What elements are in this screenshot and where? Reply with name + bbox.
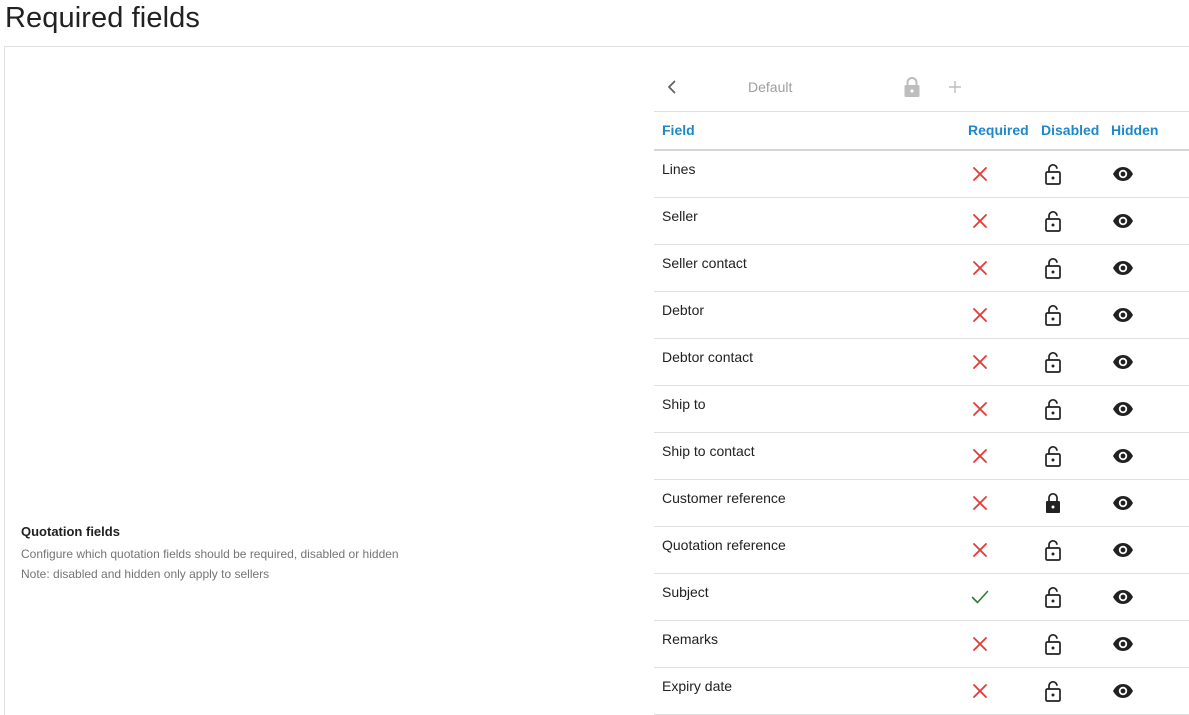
field-name: Remarks: [662, 631, 719, 647]
cross-icon[interactable]: [970, 445, 990, 467]
eye-icon[interactable]: [1112, 445, 1134, 467]
profile-name: Default: [748, 79, 793, 95]
field-name: Debtor: [662, 302, 705, 318]
section-note: Note: disabled and hidden only apply to …: [21, 567, 270, 581]
eye-icon[interactable]: [1112, 633, 1134, 655]
lock-open-icon[interactable]: [1042, 351, 1064, 373]
table-row: Seller contact: [654, 245, 1189, 292]
section-description: Configure which quotation fields should …: [21, 547, 399, 561]
column-header-hidden: Hidden: [1111, 122, 1159, 138]
table-row: Debtor contact: [654, 339, 1189, 386]
table-row: Remarks: [654, 621, 1189, 668]
cross-icon[interactable]: [970, 633, 990, 655]
lock-open-icon[interactable]: [1042, 257, 1064, 279]
eye-icon[interactable]: [1112, 210, 1134, 232]
lock-open-icon[interactable]: [1042, 680, 1064, 702]
chevron-left-icon[interactable]: [662, 77, 682, 97]
table-row: Quotation reference: [654, 527, 1189, 574]
section-heading: Quotation fields: [21, 524, 120, 539]
field-name: Seller: [662, 208, 698, 224]
column-header-field: Field: [662, 122, 695, 138]
table-row: Expiry date: [654, 668, 1189, 715]
lock-open-icon[interactable]: [1042, 539, 1064, 561]
lock-open-icon[interactable]: [1042, 304, 1064, 326]
lock-open-icon[interactable]: [1042, 586, 1064, 608]
cross-icon[interactable]: [970, 257, 990, 279]
eye-icon[interactable]: [1112, 257, 1134, 279]
lock-open-icon[interactable]: [1042, 398, 1064, 420]
cross-icon[interactable]: [970, 680, 990, 702]
field-name: Expiry date: [662, 678, 733, 694]
lock-closed-icon[interactable]: [1042, 492, 1064, 514]
section-info: Quotation fields Configure which quotati…: [21, 524, 399, 584]
table-row: Lines: [654, 151, 1189, 198]
cross-icon[interactable]: [970, 163, 990, 185]
table-row: Debtor: [654, 292, 1189, 339]
fields-table: Field Required Disabled Hidden Lines Sell…: [654, 111, 1189, 715]
page-title: Required fields: [5, 2, 200, 34]
field-name: Ship to contact: [662, 443, 755, 459]
field-name: Customer reference: [662, 490, 786, 506]
check-icon[interactable]: [970, 586, 990, 608]
table-header: Field Required Disabled Hidden: [654, 112, 1189, 151]
field-name: Debtor contact: [662, 349, 754, 365]
cross-icon[interactable]: [970, 210, 990, 232]
cross-icon[interactable]: [970, 351, 990, 373]
table-row: Seller: [654, 198, 1189, 245]
column-header-required: Required: [968, 122, 1029, 138]
field-name: Lines: [662, 161, 696, 177]
eye-icon[interactable]: [1112, 163, 1134, 185]
eye-icon[interactable]: [1112, 398, 1134, 420]
lock-icon[interactable]: [902, 76, 922, 98]
table-body: Lines Seller Seller contact Debtor Debtor co…: [654, 151, 1189, 715]
plus-icon[interactable]: [946, 78, 964, 96]
eye-icon[interactable]: [1112, 680, 1134, 702]
cross-icon[interactable]: [970, 304, 990, 326]
profile-toolbar: Default: [654, 64, 1189, 111]
lock-open-icon[interactable]: [1042, 210, 1064, 232]
lock-open-icon[interactable]: [1042, 445, 1064, 467]
field-name: Ship to: [662, 396, 706, 412]
lock-open-icon[interactable]: [1042, 163, 1064, 185]
eye-icon[interactable]: [1112, 492, 1134, 514]
table-row: Ship to: [654, 386, 1189, 433]
column-header-disabled: Disabled: [1041, 122, 1100, 138]
lock-open-icon[interactable]: [1042, 633, 1064, 655]
field-name: Quotation reference: [662, 537, 786, 553]
table-row: Subject: [654, 574, 1189, 621]
cross-icon[interactable]: [970, 398, 990, 420]
field-name: Seller contact: [662, 255, 747, 271]
eye-icon[interactable]: [1112, 539, 1134, 561]
eye-icon[interactable]: [1112, 586, 1134, 608]
table-row: Customer reference: [654, 480, 1189, 527]
cross-icon[interactable]: [970, 539, 990, 561]
table-row: Ship to contact: [654, 433, 1189, 480]
field-name: Subject: [662, 584, 709, 600]
cross-icon[interactable]: [970, 492, 990, 514]
eye-icon[interactable]: [1112, 304, 1134, 326]
eye-icon[interactable]: [1112, 351, 1134, 373]
